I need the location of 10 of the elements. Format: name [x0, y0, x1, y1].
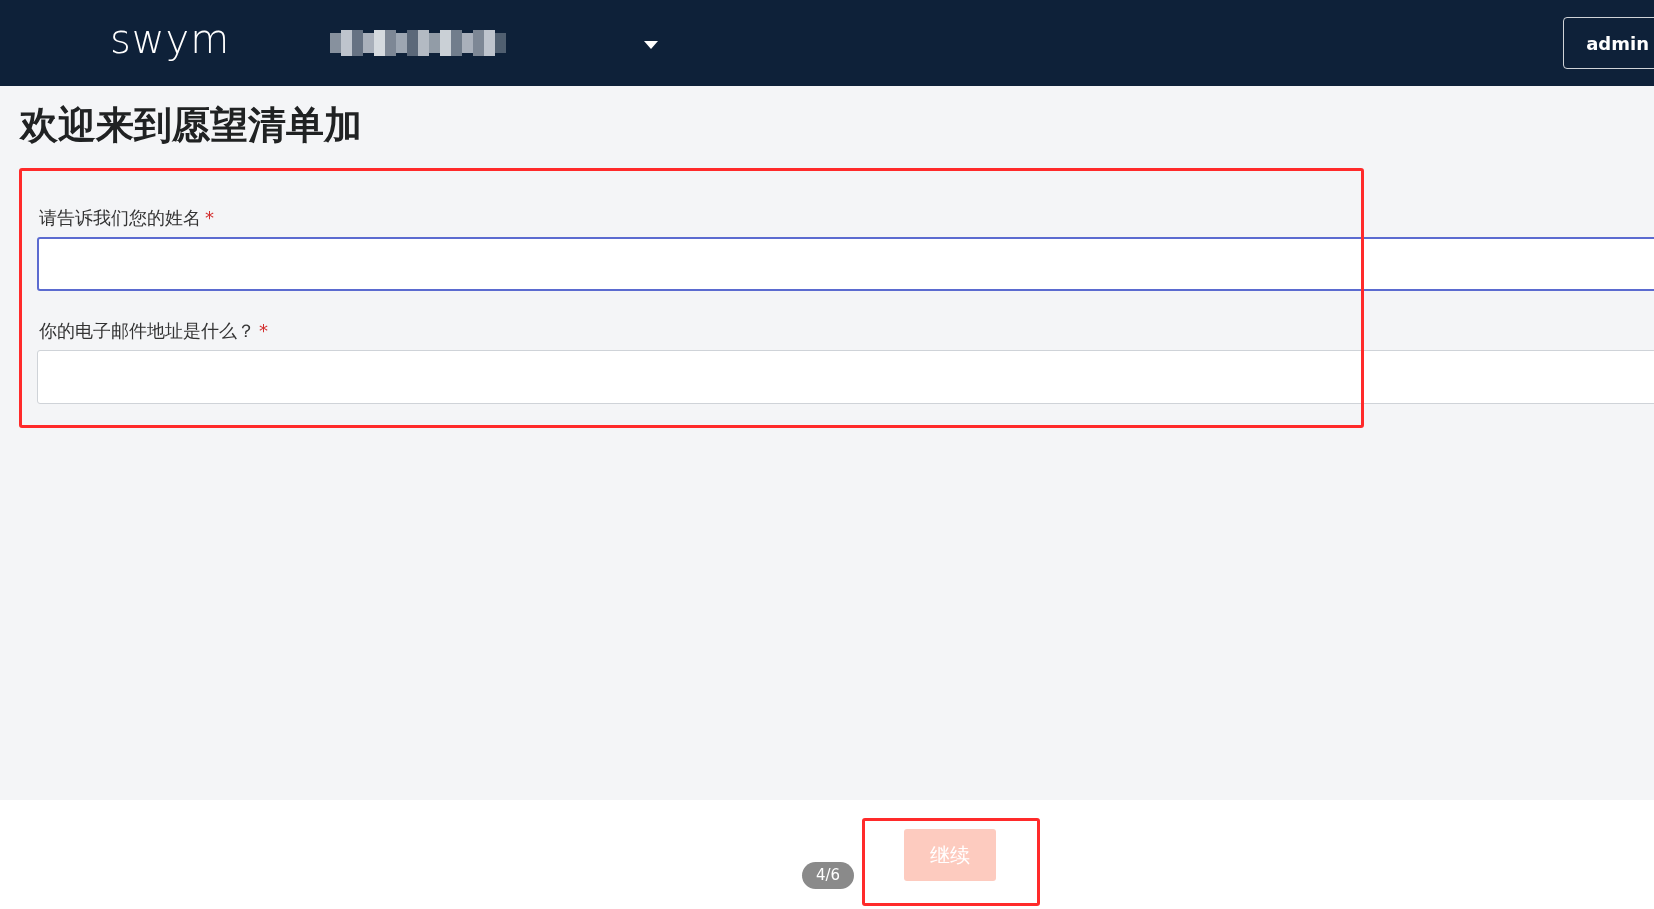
input-field[interactable] — [37, 236, 1654, 291]
page-title: 欢迎来到愿望清单加 — [20, 102, 363, 149]
required-mark: * — [259, 318, 268, 343]
caret-icon[interactable] — [644, 41, 659, 49]
field-label: 你的电子邮件地址是什么？ — [39, 318, 255, 343]
field-label: 请告诉我们您的姓名 — [39, 205, 201, 230]
user-button[interactable]: admin — [1563, 17, 1654, 69]
progress-pill: 4/6 — [802, 862, 855, 889]
logo[interactable]: swym — [110, 19, 231, 59]
required-mark: * — [205, 205, 214, 230]
